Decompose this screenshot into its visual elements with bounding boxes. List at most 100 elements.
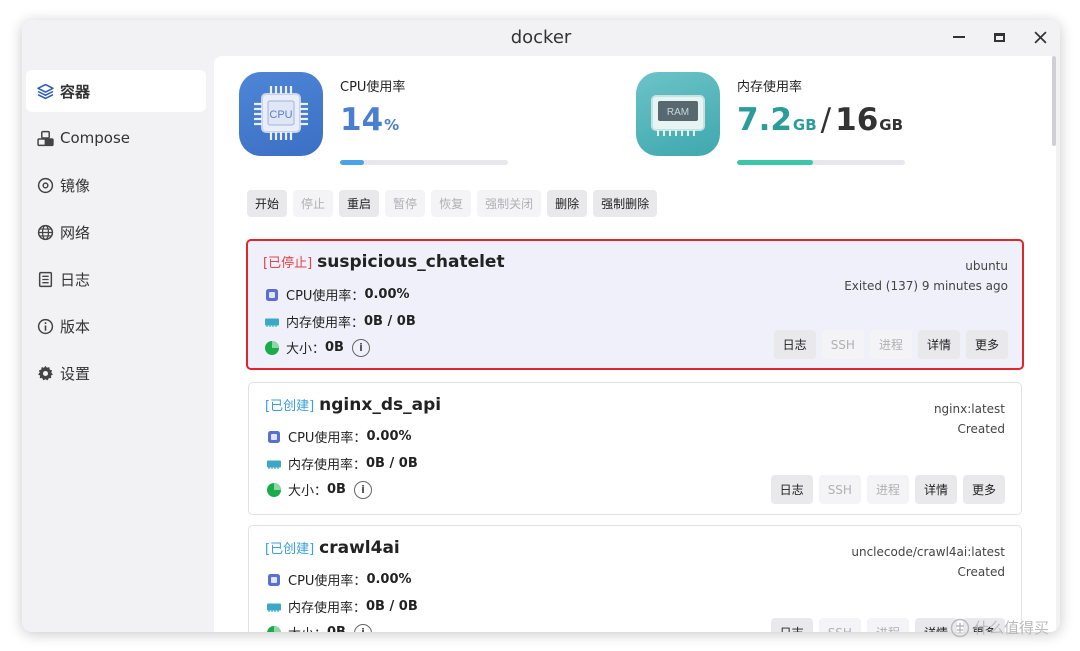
sidebar-item-logs[interactable]: 日志 [26,258,206,300]
container-name: suspicious_chatelet [317,252,505,272]
memory-separator: / [820,102,832,138]
restart-button[interactable]: 重启 [339,190,380,217]
memory-usage-stat: RAM 内存使用率 7.2GB/16GB [636,72,936,165]
cpu-chip-small-icon [265,428,282,445]
close-button[interactable] [1029,26,1051,48]
size-info-icon[interactable]: i [351,338,370,357]
scrollbar[interactable] [1050,56,1056,156]
container-meta: nginx:latest Created [934,399,1005,439]
cpu-usage-value: 14% [340,102,399,138]
process-button[interactable]: 进程 [869,330,912,359]
minimize-icon [953,36,965,38]
memory-used: 7.2 [737,102,792,138]
cpu-metric-label: CPU使用率： [288,574,367,589]
sidebar-item-network[interactable]: 网络 [26,211,206,253]
memory-metric: 内存使用率： 0B / 0B [265,454,418,473]
container-actions: 日志 SSH 进程 详情 更多 [773,330,1008,359]
maximize-button[interactable] [988,26,1010,48]
size-metric: 大小：0B i [265,623,372,632]
details-button[interactable]: 详情 [917,330,960,359]
layers-icon [36,82,54,100]
pie-chart-icon [265,624,282,632]
sidebar-item-label: 镜像 [60,176,91,195]
close-icon [1033,30,1047,44]
scrollbar-thumb[interactable] [1052,56,1056,146]
container-image: ubuntu [965,259,1008,273]
logs-button[interactable]: 日志 [770,618,813,632]
cpu-usage-label: CPU使用率 [340,80,406,95]
container-card[interactable]: [已停止] suspicious_chatelet CPU使用率： 0.00% 内… [246,239,1024,370]
app-window: docker 容器 Compose 镜像 网络 日志 版本 设置 CPU CPU… [22,20,1060,632]
container-image: nginx:latest [933,402,1005,416]
cpu-metric-label: CPU使用率： [288,431,367,446]
window-title: docker [510,27,572,48]
sidebar-item-settings[interactable]: 设置 [26,352,206,394]
sidebar-item-compose[interactable]: Compose [26,117,206,159]
resume-button[interactable]: 恢复 [431,190,472,217]
ssh-button[interactable]: SSH [821,330,864,359]
document-icon [36,270,54,288]
start-button[interactable]: 开始 [247,190,288,217]
cubes-icon [36,129,54,147]
logs-button[interactable]: 日志 [770,475,813,504]
disc-icon [36,176,54,194]
more-button[interactable]: 更多 [962,475,1005,504]
force-delete-button[interactable]: 强制删除 [593,190,658,217]
size-metric-value: 0B [327,625,346,632]
container-meta: ubuntu Exited (137) 9 minutes ago [844,256,1008,296]
memory-metric: 内存使用率： 0B / 0B [265,597,418,616]
memory-usage-value: 7.2GB/16GB [737,102,903,138]
status-badge: [已创建] [265,399,315,414]
cpu-metric: CPU使用率： 0.00% [265,570,412,589]
memory-metric-label: 内存使用率： [288,458,367,473]
size-metric: 大小：0B i [263,338,370,357]
sidebar-item-version[interactable]: 版本 [26,305,206,347]
container-meta: unclecode/crawl4ai:latest Created [851,542,1005,582]
sidebar-item-images[interactable]: 镜像 [26,164,206,206]
sidebar-item-containers[interactable]: 容器 [26,70,206,112]
sidebar-item-label: 日志 [60,270,91,289]
title-bar: docker [22,20,1060,54]
ssh-button[interactable]: SSH [818,475,861,504]
cpu-chip-small-icon [265,571,282,588]
container-image: unclecode/crawl4ai:latest [851,545,1005,559]
cpu-percent: 14 [340,102,384,138]
container-toolbar: 开始 停止 重启 暂停 恢复 强制关闭 删除 强制删除 [247,190,658,217]
pause-button[interactable]: 暂停 [385,190,426,217]
watermark-text: 什么值得买 [974,619,1050,637]
sidebar: 容器 Compose 镜像 网络 日志 版本 设置 [22,70,212,399]
ram-stick-icon [263,313,280,330]
cpu-metric-label: CPU使用率： [286,289,365,304]
ram-chip-icon: RAM [636,72,720,156]
memory-usage-bar-fill [737,160,813,165]
sidebar-item-label: 容器 [60,82,91,101]
minimize-button[interactable] [948,26,970,48]
cpu-metric: CPU使用率： 0.00% [265,427,412,446]
stop-button[interactable]: 停止 [293,190,334,217]
process-button[interactable]: 进程 [866,475,909,504]
sidebar-item-label: 设置 [60,364,91,383]
ssh-button[interactable]: SSH [818,618,861,632]
container-card[interactable]: [已创建] nginx_ds_api CPU使用率： 0.00% 内存使用率： 0B… [248,382,1022,515]
force-stop-button[interactable]: 强制关闭 [477,190,542,217]
watermark-logo-icon [950,618,970,637]
details-button[interactable]: 详情 [914,475,957,504]
gear-icon [36,364,54,382]
more-button[interactable]: 更多 [965,330,1008,359]
delete-button[interactable]: 删除 [547,190,588,217]
size-info-icon[interactable]: i [353,623,372,632]
cpu-metric-value: 0.00% [364,287,410,302]
container-actions: 日志 SSH 进程 详情 更多 [770,475,1005,504]
logs-button[interactable]: 日志 [773,330,816,359]
size-info-icon[interactable]: i [353,480,372,499]
cpu-metric-value: 0.00% [366,572,412,587]
container-card[interactable]: [已创建] crawl4ai CPU使用率： 0.00% 内存使用率： 0B / 0… [248,525,1022,632]
size-metric-value: 0B [325,340,344,355]
memory-used-unit: GB [792,116,817,134]
process-button[interactable]: 进程 [866,618,909,632]
ram-stick-icon [265,598,282,615]
memory-metric-value: 0B / 0B [366,456,418,471]
container-status: Exited (137) 9 minutes ago [844,279,1008,293]
pie-chart-icon [265,481,282,498]
info-icon [36,317,54,335]
